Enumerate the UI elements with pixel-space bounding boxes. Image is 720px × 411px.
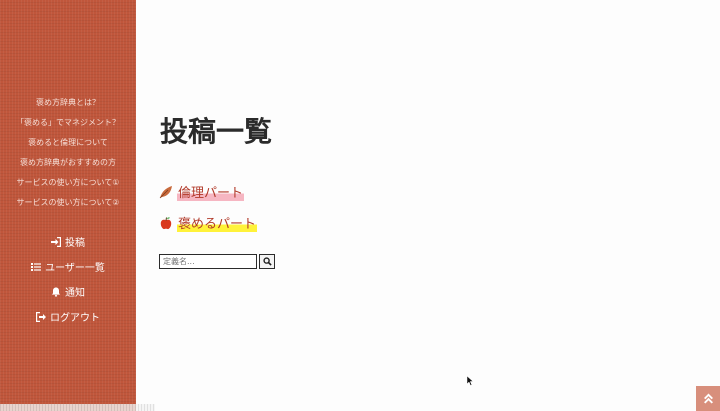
menu-link-usage-1[interactable]: サービスの使い方について① (0, 176, 136, 196)
apple-icon (160, 216, 172, 229)
sidebar-menu-links: 褒め方辞典とは？ 「褒める」でマネジメント？ 褒めると倫理について 褒め方辞典が… (0, 96, 136, 216)
scroll-to-top-button[interactable] (696, 386, 720, 411)
nav-item-logout[interactable]: ログアウト (0, 304, 136, 329)
menu-link-usage-2[interactable]: サービスの使い方について② (0, 196, 136, 216)
search-button[interactable] (259, 254, 275, 269)
double-chevron-up-icon (703, 393, 713, 404)
sign-out-icon (36, 311, 46, 322)
menu-link-management[interactable]: 「褒める」でマネジメント？ (0, 116, 136, 136)
search-form (159, 254, 275, 269)
category-link-praise[interactable]: 褒めるパート (159, 213, 258, 232)
menu-link-ethics[interactable]: 褒めると倫理について (0, 136, 136, 156)
main-content: 投稿一覧 倫理パート 褒めるパート (136, 0, 720, 411)
nav-label-notifications: 通知 (65, 288, 85, 299)
sign-in-icon (51, 236, 61, 247)
sidebar-nav: 投稿 ユーザー一覧 通知 ログアウト (0, 229, 136, 329)
nav-label-post: 投稿 (65, 238, 85, 249)
sidebar: 褒め方辞典とは？ 「褒める」でマネジメント？ 褒めると倫理について 褒め方辞典が… (0, 0, 136, 411)
bell-icon (52, 287, 60, 297)
list-icon (31, 262, 42, 271)
page-title: 投稿一覧 (160, 115, 273, 148)
nav-label-logout: ログアウト (50, 313, 100, 324)
leaf-icon (159, 185, 172, 198)
nav-item-post[interactable]: 投稿 (0, 229, 136, 254)
nav-label-users: ユーザー一覧 (45, 263, 105, 274)
nav-item-users[interactable]: ユーザー一覧 (0, 254, 136, 279)
category-label-praise: 褒めるパート (177, 213, 258, 232)
search-input[interactable] (159, 254, 257, 269)
category-link-ethics[interactable]: 倫理パート (159, 182, 245, 201)
nav-item-notifications[interactable]: 通知 (0, 279, 136, 304)
search-icon (262, 257, 272, 266)
category-label-ethics: 倫理パート (177, 182, 245, 201)
menu-link-about[interactable]: 褒め方辞典とは？ (0, 96, 136, 116)
footer-strip (0, 404, 155, 411)
mouse-cursor-icon (467, 376, 474, 386)
menu-link-recommended[interactable]: 褒め方辞典がおすすめの方 (0, 156, 136, 176)
